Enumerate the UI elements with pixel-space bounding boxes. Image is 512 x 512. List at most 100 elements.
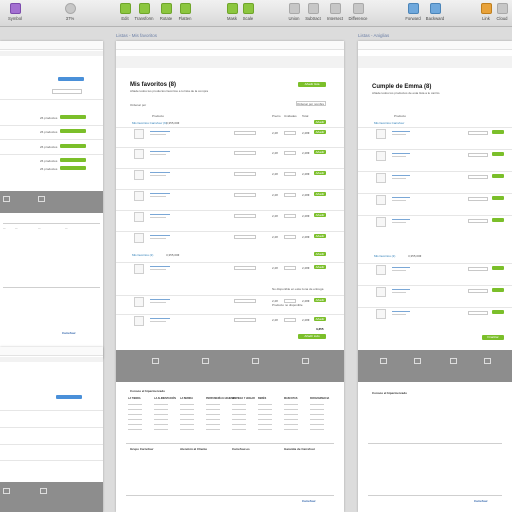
- footer-link[interactable]: [128, 404, 142, 405]
- unit-select[interactable]: [468, 153, 488, 157]
- unit-select[interactable]: [468, 267, 488, 271]
- product-name[interactable]: [392, 219, 410, 220]
- product-thumbnail[interactable]: [134, 316, 144, 326]
- quantity-stepper[interactable]: [284, 318, 296, 322]
- toolbar-link[interactable]: Link: [478, 3, 494, 21]
- footer-link[interactable]: [128, 409, 142, 410]
- add-button[interactable]: [492, 152, 504, 156]
- canvas[interactable]: 26 productos 26 productos 26 productos 2…: [0, 27, 512, 512]
- add-button[interactable]: [492, 218, 504, 222]
- product-name[interactable]: [150, 131, 170, 132]
- product-name[interactable]: [150, 235, 170, 236]
- toolbar-cloud[interactable]: Cloud: [494, 3, 510, 21]
- footer-link[interactable]: [284, 424, 298, 425]
- footer-link[interactable]: [258, 409, 272, 410]
- product-name[interactable]: [150, 318, 170, 319]
- artboard-mis-favoritos[interactable]: Mis favoritos (8) Añade todos tus produc…: [116, 41, 344, 512]
- unit-select[interactable]: [234, 214, 256, 218]
- product-thumbnail[interactable]: [134, 149, 144, 159]
- product-thumbnail[interactable]: [376, 217, 386, 227]
- product-name[interactable]: [392, 289, 410, 290]
- group-title[interactable]: Mis favoritos (2): [132, 253, 153, 257]
- add-button[interactable]: [492, 174, 504, 178]
- footer-link[interactable]: [180, 419, 194, 420]
- add-button[interactable]: [492, 196, 504, 200]
- product-thumbnail[interactable]: [134, 297, 144, 307]
- toolbar-difference[interactable]: Difference: [345, 3, 371, 21]
- footer-link[interactable]: [310, 419, 324, 420]
- footer-link[interactable]: [128, 424, 142, 425]
- product-thumbnail[interactable]: [376, 287, 386, 297]
- footer-link[interactable]: [284, 414, 298, 415]
- unit-select[interactable]: [468, 311, 488, 315]
- footer-link[interactable]: [128, 419, 142, 420]
- unit-select[interactable]: [234, 266, 256, 270]
- unit-select[interactable]: [468, 289, 488, 293]
- quantity-stepper[interactable]: [284, 214, 296, 218]
- product-name[interactable]: [150, 299, 170, 300]
- toolbar-flatten[interactable]: Flatten: [172, 3, 198, 21]
- footer-link[interactable]: [232, 414, 246, 415]
- footer-link[interactable]: [154, 424, 168, 425]
- add-button[interactable]: [492, 130, 504, 134]
- quantity-stepper[interactable]: [284, 172, 296, 176]
- add-button[interactable]: Añadir: [314, 192, 326, 196]
- footer-link[interactable]: [310, 404, 324, 405]
- add-to-list-button[interactable]: [60, 144, 86, 148]
- sort-select[interactable]: [52, 89, 82, 94]
- unit-select[interactable]: [234, 318, 256, 322]
- add-button[interactable]: [492, 310, 504, 314]
- unit-select[interactable]: [234, 172, 256, 176]
- footer-link[interactable]: —: [38, 227, 41, 230]
- footer-link[interactable]: [154, 404, 168, 405]
- add-group-button[interactable]: Añadir: [314, 252, 326, 256]
- footer-link[interactable]: [258, 414, 272, 415]
- add-to-list-button[interactable]: [60, 115, 86, 119]
- product-thumbnail[interactable]: [376, 129, 386, 139]
- footer-link[interactable]: [154, 419, 168, 420]
- add-all-button[interactable]: Añadir todo: [298, 334, 326, 339]
- product-name[interactable]: [150, 266, 170, 267]
- product-thumbnail[interactable]: [376, 265, 386, 275]
- finalize-button[interactable]: Finalizar: [482, 335, 504, 340]
- product-thumbnail[interactable]: [134, 191, 144, 201]
- footer-link[interactable]: [258, 419, 272, 420]
- product-name[interactable]: [392, 197, 410, 198]
- footer-link[interactable]: [310, 414, 324, 415]
- add-list-button[interactable]: [58, 77, 84, 81]
- product-thumbnail[interactable]: [376, 309, 386, 319]
- footer-link[interactable]: [258, 404, 272, 405]
- add-to-list-button[interactable]: [60, 166, 86, 170]
- footer-link[interactable]: [154, 429, 168, 430]
- unit-select[interactable]: [234, 235, 256, 239]
- add-button[interactable]: Añadir: [314, 171, 326, 175]
- unit-select[interactable]: [468, 197, 488, 201]
- footer-link[interactable]: [180, 429, 194, 430]
- sort-select[interactable]: Ordenar por nombre: [296, 101, 326, 106]
- unit-select[interactable]: [234, 131, 256, 135]
- unit-select[interactable]: [234, 299, 256, 303]
- footer-link[interactable]: [284, 404, 298, 405]
- footer-link[interactable]: [180, 404, 194, 405]
- add-button[interactable]: Añadir: [314, 234, 326, 238]
- product-thumbnail[interactable]: [134, 233, 144, 243]
- footer-link[interactable]: —: [3, 227, 6, 230]
- footer-link[interactable]: [310, 424, 324, 425]
- product-name[interactable]: [150, 151, 170, 152]
- add-button[interactable]: Añadir: [314, 265, 326, 269]
- footer-link[interactable]: [128, 414, 142, 415]
- footer-link[interactable]: [154, 414, 168, 415]
- quantity-stepper[interactable]: [284, 193, 296, 197]
- add-to-list-button[interactable]: [60, 158, 86, 162]
- footer-link[interactable]: [154, 409, 168, 410]
- footer-link[interactable]: [180, 424, 194, 425]
- product-thumbnail[interactable]: [134, 212, 144, 222]
- product-name[interactable]: [392, 153, 410, 154]
- toolbar-scale[interactable]: Scale: [235, 3, 261, 21]
- add-to-list-button[interactable]: [60, 129, 86, 133]
- group-title[interactable]: Mis favoritos Carrefour: [374, 121, 404, 125]
- footer-link[interactable]: [284, 409, 298, 410]
- footer-link[interactable]: [180, 414, 194, 415]
- footer-link[interactable]: [310, 429, 324, 430]
- add-button[interactable]: [492, 288, 504, 292]
